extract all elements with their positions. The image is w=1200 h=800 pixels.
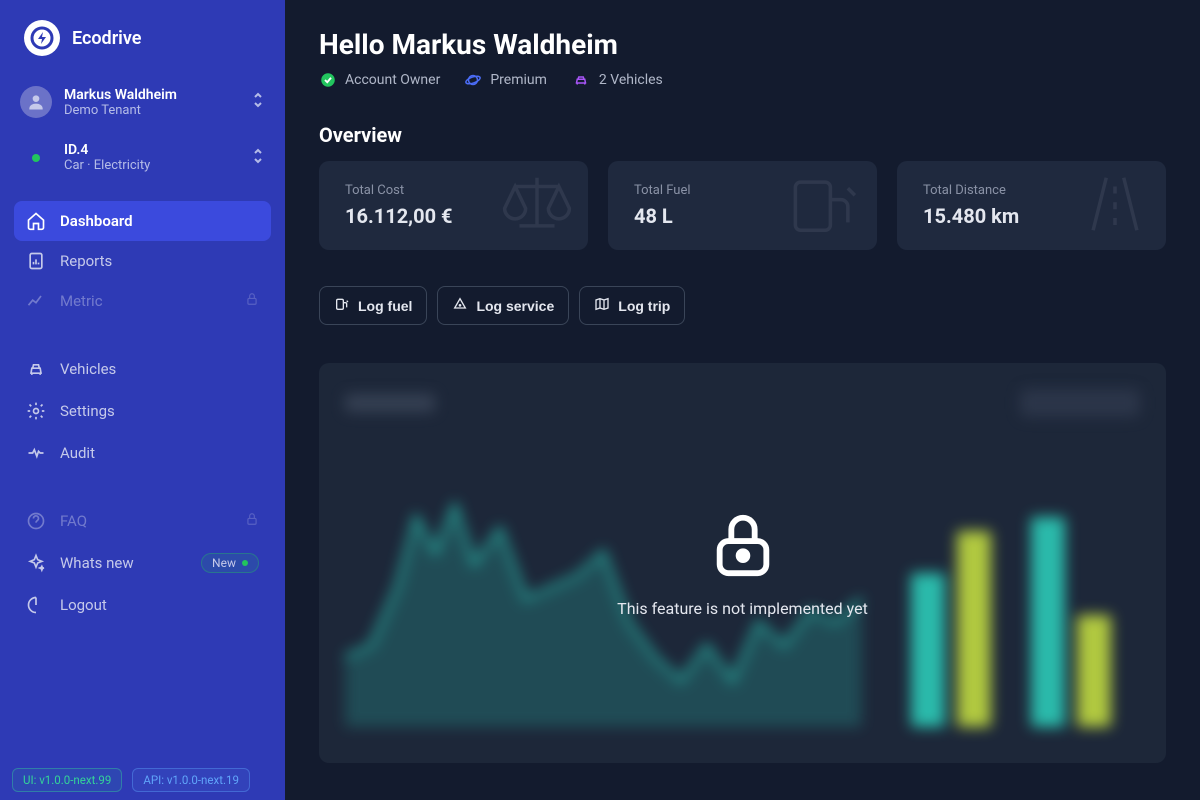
lock-icon xyxy=(245,512,259,530)
user-selector[interactable]: Markus Waldheim Demo Tenant xyxy=(0,76,285,128)
nav-label: FAQ xyxy=(60,512,231,530)
status-badges: Account Owner Premium 2 Vehicles xyxy=(319,71,1166,89)
nav-label: Reports xyxy=(60,252,259,270)
scales-icon xyxy=(492,169,582,243)
chevron-up-down-icon xyxy=(251,91,265,113)
locked-overlay: This feature is not implemented yet xyxy=(319,363,1166,763)
logout-icon xyxy=(26,595,46,615)
app-name: Ecodrive xyxy=(72,28,141,49)
log-fuel-button[interactable]: Log fuel xyxy=(319,286,427,325)
dot-icon xyxy=(242,560,248,566)
check-circle-icon xyxy=(319,71,337,89)
road-icon xyxy=(1070,169,1160,243)
card-total-cost: Total Cost 16.112,00 € xyxy=(319,161,588,250)
sidebar-item-metric: Metric xyxy=(14,281,271,321)
card-total-distance: Total Distance 15.480 km xyxy=(897,161,1166,250)
nav-label: Audit xyxy=(60,444,259,462)
app-logo[interactable]: Ecodrive xyxy=(0,0,285,76)
sidebar-item-reports[interactable]: Reports xyxy=(14,241,271,281)
page-title: Hello Markus Waldheim xyxy=(319,28,1166,61)
sidebar: Ecodrive Markus Waldheim Demo Tenant ID.… xyxy=(0,0,285,800)
badge-premium: Premium xyxy=(464,71,547,89)
sidebar-item-settings[interactable]: Settings xyxy=(14,391,271,431)
home-icon xyxy=(26,211,46,231)
fuel-pump-icon xyxy=(334,296,350,315)
vehicle-selector[interactable]: ID.4 Car · Electricity xyxy=(0,132,285,183)
metric-icon xyxy=(26,291,46,311)
nav-label: Settings xyxy=(60,402,259,420)
nav-label: Logout xyxy=(60,596,259,614)
sidebar-item-faq: FAQ xyxy=(14,501,271,541)
sidebar-item-audit[interactable]: Audit xyxy=(14,433,271,473)
planet-icon xyxy=(464,71,482,89)
service-icon xyxy=(452,296,468,315)
sidebar-item-logout[interactable]: Logout xyxy=(14,585,271,625)
audit-icon xyxy=(26,443,46,463)
nav-label: Dashboard xyxy=(60,212,259,230)
lock-icon xyxy=(245,292,259,310)
version-bar: UI: v1.0.0-next.99 API: v1.0.0-next.19 xyxy=(12,768,250,792)
ui-version: UI: v1.0.0-next.99 xyxy=(12,768,122,792)
sidebar-item-whatsnew[interactable]: Whats new New xyxy=(14,543,271,583)
sparkle-icon xyxy=(26,553,46,573)
map-icon xyxy=(594,296,610,315)
vehicle-name: ID.4 xyxy=(64,142,239,158)
fuel-pump-icon xyxy=(781,169,871,243)
nav-label: Metric xyxy=(60,292,231,310)
lock-icon xyxy=(708,509,778,583)
lightning-icon xyxy=(24,20,60,56)
user-name: Markus Waldheim xyxy=(64,87,239,103)
badge-owner: Account Owner xyxy=(319,71,440,89)
report-icon xyxy=(26,251,46,271)
car-icon xyxy=(571,71,591,89)
gear-icon xyxy=(26,401,46,421)
card-total-fuel: Total Fuel 48 L xyxy=(608,161,877,250)
locked-statistics-panel: This feature is not implemented yet xyxy=(319,363,1166,763)
status-dot-icon xyxy=(32,154,40,162)
log-trip-button[interactable]: Log trip xyxy=(579,286,685,325)
tenant-name: Demo Tenant xyxy=(64,103,239,118)
sidebar-item-vehicles[interactable]: Vehicles xyxy=(14,349,271,389)
log-service-button[interactable]: Log service xyxy=(437,286,569,325)
badge-vehicles: 2 Vehicles xyxy=(571,71,663,89)
sidebar-item-dashboard[interactable]: Dashboard xyxy=(14,201,271,241)
api-version: API: v1.0.0-next.19 xyxy=(132,768,250,792)
vehicle-sub: Car · Electricity xyxy=(64,158,239,173)
nav-label: Vehicles xyxy=(60,360,259,378)
locked-message: This feature is not implemented yet xyxy=(617,599,868,618)
new-badge: New xyxy=(201,553,259,573)
section-title-overview: Overview xyxy=(319,123,1166,147)
chevron-up-down-icon xyxy=(251,147,265,169)
nav-label: Whats new xyxy=(60,554,187,572)
faq-icon xyxy=(26,511,46,531)
avatar-icon xyxy=(20,86,52,118)
main-content: Hello Markus Waldheim Account Owner Prem… xyxy=(285,0,1200,800)
car-icon xyxy=(26,359,46,379)
